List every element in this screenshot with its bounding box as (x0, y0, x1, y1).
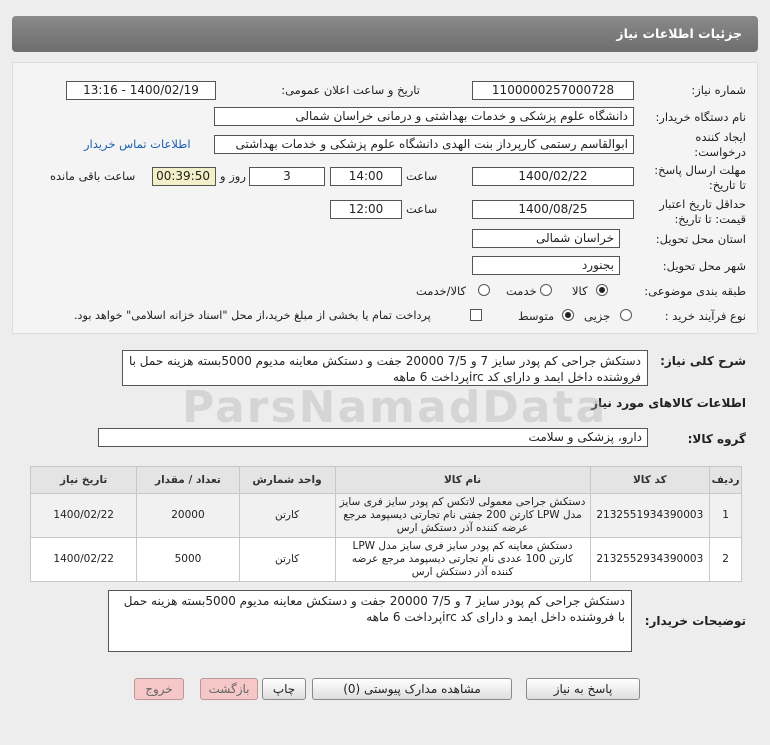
col-code: کد کالا (589, 466, 711, 494)
need-number-field: 1100000257000728 (472, 81, 634, 100)
watermark-logo: ParsNamadData (182, 382, 608, 433)
city-field: بجنورد (472, 256, 620, 275)
table-row: 1 2132551934390003 دستکش جراحی معمولی لا… (29, 493, 742, 538)
creator-field: ابوالقاسم رستمی کارپرداز بنت الهدی دانشگ… (214, 135, 634, 154)
validity-label-line2: قیمت: تا تاریخ: (674, 212, 746, 226)
category-option-service: خدمت (506, 284, 537, 298)
back-button[interactable]: بازگشت (200, 678, 258, 700)
col-unit: واحد شمارش (238, 466, 336, 494)
validity-time-label: ساعت (406, 202, 438, 216)
reply-button[interactable]: پاسخ به نیاز (526, 678, 640, 700)
col-name: نام کالا (334, 466, 591, 494)
row-index: 2 (709, 537, 742, 582)
days-label: روز و (220, 169, 246, 183)
goods-table: ردیف کد کالا نام کالا واحد شمارش تعداد /… (29, 466, 742, 582)
province-label: استان محل تحویل: (655, 232, 746, 246)
col-row: ردیف (709, 466, 742, 494)
creator-label-line2: درخواست: (694, 145, 746, 159)
purchase-type-label: نوع فرآیند خرید : (664, 309, 746, 323)
purchase-option-medium: متوسط (518, 309, 555, 323)
need-number-label: شماره نیاز: (691, 83, 746, 97)
row-qty: 5000 (136, 537, 240, 582)
row-code: 2132552934390003 (589, 537, 711, 582)
description-label: شرح کلی نیاز: (660, 354, 746, 368)
category-label: طبقه بندی موضوعی: (644, 284, 746, 298)
time-remaining-label: ساعت باقی مانده (50, 169, 136, 183)
treasury-checkbox[interactable] (470, 309, 482, 321)
province-field: خراسان شمالی (472, 229, 620, 248)
deadline-label-line1: مهلت ارسال پاسخ: (654, 163, 746, 177)
category-option-goods: کالا (572, 284, 588, 298)
row-date: 1400/02/22 (29, 537, 138, 582)
buyer-contact-link[interactable]: اطلاعات تماس خریدار (84, 137, 191, 151)
buyer-label: نام دستگاه خریدار: (655, 110, 746, 124)
exit-button[interactable]: خروج (134, 678, 184, 700)
description-field: دستکش جراحی کم پودر سایز 7 و 7/5 20000 ج… (122, 350, 648, 386)
buyer-notes-label: توضیحات خریدار: (644, 614, 746, 628)
creator-label-line1: ایجاد کننده (695, 130, 746, 144)
deadline-date-field: 1400/02/22 (472, 167, 634, 186)
row-name: دستکش جراحی معمولی لاتکس کم پودر سایز فر… (334, 493, 591, 538)
row-date: 1400/02/22 (29, 493, 138, 538)
row-code: 2132551934390003 (589, 493, 711, 538)
goods-section-title: اطلاعات کالاهای مورد نیاز (591, 396, 746, 410)
col-date: تاریخ نیاز (29, 466, 138, 494)
category-option-goods-service: کالا/خدمت (416, 284, 467, 298)
deadline-time-field: 14:00 (330, 167, 402, 186)
goods-group-label: گروه کالا: (687, 432, 746, 446)
purchase-radio-minor[interactable] (620, 309, 632, 321)
col-qty: تعداد / مقدار (136, 466, 240, 494)
deadline-time-label: ساعت (406, 169, 438, 183)
row-unit: کارتن (238, 537, 336, 582)
print-button[interactable]: چاپ (262, 678, 306, 700)
row-unit: کارتن (238, 493, 336, 538)
validity-date-field: 1400/08/25 (472, 200, 634, 219)
goods-table-header: ردیف کد کالا نام کالا واحد شمارش تعداد /… (29, 466, 742, 494)
treasury-note: پرداخت تمام یا بخشی از مبلغ خرید،از محل … (74, 309, 431, 322)
page-title: جزئیات اطلاعات نیاز (616, 26, 742, 41)
view-attachments-button[interactable]: مشاهده مدارک پیوستی (0) (312, 678, 512, 700)
buyer-notes-field: دستکش جراحی کم پودر سایز 7 و 7/5 20000 ج… (108, 590, 632, 652)
row-index: 1 (709, 493, 742, 538)
time-remaining-field: 00:39:50 (152, 167, 216, 186)
city-label: شهر محل تحویل: (662, 259, 746, 273)
row-qty: 20000 (136, 493, 240, 538)
validity-label-line1: حداقل تاریخ اعتبار (659, 197, 746, 211)
purchase-radio-medium[interactable] (562, 309, 574, 321)
validity-time-field: 12:00 (330, 200, 402, 219)
category-radio-goods[interactable] (596, 284, 608, 296)
page-header: جزئیات اطلاعات نیاز (12, 16, 758, 52)
category-radio-goods-service[interactable] (478, 284, 490, 296)
table-row: 2 2132552934390003 دستکش معاینه کم پودر … (29, 537, 742, 582)
row-name: دستکش معاینه کم پودر سایز فری سایز مدل L… (334, 537, 591, 582)
deadline-label-line2: تا تاریخ: (708, 178, 746, 192)
category-radio-service[interactable] (540, 284, 552, 296)
days-remaining-field: 3 (249, 167, 325, 186)
purchase-option-minor: جزیی (584, 309, 611, 323)
buyer-field: دانشگاه علوم پزشکی و خدمات بهداشتی و درم… (214, 107, 634, 126)
announce-date-field: 1400/02/19 - 13:16 (66, 81, 216, 100)
goods-group-field: دارو، پزشکی و سلامت (98, 428, 648, 447)
announce-date-label: تاریخ و ساعت اعلان عمومی: (281, 83, 420, 97)
